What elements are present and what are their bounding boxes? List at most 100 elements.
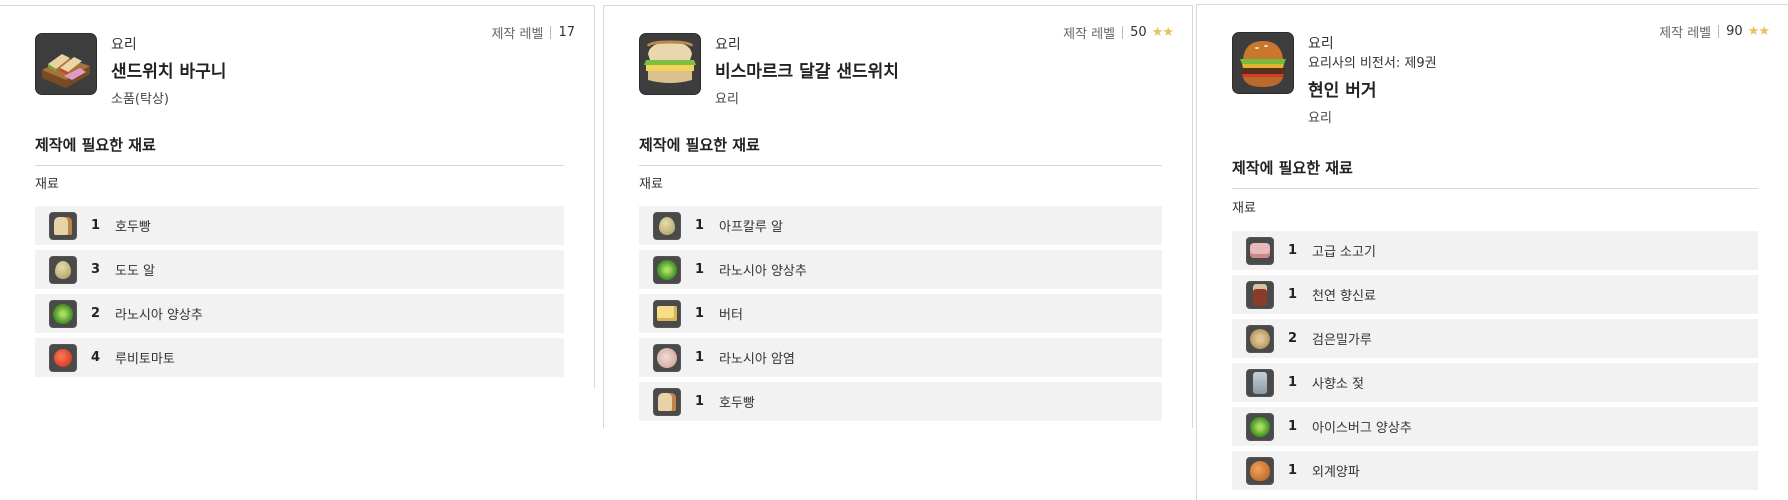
flour-icon[interactable]	[1246, 324, 1274, 353]
lettuce-icon[interactable]	[653, 255, 681, 284]
burger-icon[interactable]	[1232, 32, 1294, 94]
materials-label: 재료	[1232, 201, 1256, 216]
material-name[interactable]: 고급 소고기	[1312, 241, 1376, 260]
recipe-card-burger: 제작 레벨 90 ★★ 요리 요리사의 비전서: 제9권 현인 버거 요리 제작…	[1196, 4, 1788, 500]
egg-icon[interactable]	[653, 211, 681, 240]
material-qty: 1	[1288, 287, 1298, 302]
material-row[interactable]: 2 라노시아 양상추	[35, 294, 564, 333]
bread-icon[interactable]	[653, 387, 681, 416]
recipe-header: 요리 샌드위치 바구니 소품(탁상)	[35, 33, 226, 110]
section-title: 제작에 필요한 재료	[35, 134, 564, 166]
lettuce-icon[interactable]	[1246, 412, 1274, 441]
material-row[interactable]: 4 루비토마토	[35, 338, 564, 377]
material-qty: 1	[1288, 243, 1298, 258]
recipe-title[interactable]: 현인 버거	[1308, 77, 1437, 105]
material-qty: 1	[695, 218, 705, 233]
recipe-subtitle: 소품(탁상)	[111, 92, 169, 107]
materials-list: 1 호두빵 3 도도 알 2 라노시아 양상추 4 루비토마토	[35, 206, 564, 382]
material-row[interactable]: 1 라노시아 양상추	[639, 250, 1162, 289]
material-qty: 1	[91, 218, 101, 233]
craft-level: 제작 레벨 50 ★★	[1063, 23, 1174, 42]
material-qty: 1	[695, 262, 705, 277]
material-qty: 2	[91, 306, 101, 321]
material-row[interactable]: 2 검은밀가루	[1232, 319, 1758, 358]
material-name[interactable]: 외계양파	[1312, 461, 1360, 480]
material-name[interactable]: 버터	[719, 304, 743, 323]
material-name[interactable]: 도도 알	[115, 260, 155, 279]
material-name[interactable]: 천연 향신료	[1312, 285, 1376, 304]
craft-level-label: 제작 레벨	[1659, 26, 1712, 41]
material-row[interactable]: 1 버터	[639, 294, 1162, 333]
material-name[interactable]: 호두빵	[115, 216, 151, 235]
craft-level-label: 제작 레벨	[491, 27, 544, 42]
material-name[interactable]: 사향소 젖	[1312, 373, 1364, 392]
material-row[interactable]: 1 호두빵	[35, 206, 564, 245]
material-qty: 1	[1288, 419, 1298, 434]
recipe-header: 요리 요리사의 비전서: 제9권 현인 버거 요리	[1232, 32, 1437, 129]
material-name[interactable]: 라노시아 양상추	[719, 260, 807, 279]
spice-jar-icon[interactable]	[1246, 280, 1274, 309]
recipe-subtitle: 요리	[1308, 111, 1332, 126]
material-row[interactable]: 1 라노시아 암염	[639, 338, 1162, 377]
material-row[interactable]: 1 고급 소고기	[1232, 231, 1758, 270]
butter-icon[interactable]	[653, 299, 681, 328]
craft-level-value: 90	[1726, 24, 1743, 39]
materials-label: 재료	[35, 177, 59, 192]
material-row[interactable]: 1 사향소 젖	[1232, 363, 1758, 402]
egg-icon[interactable]	[49, 255, 77, 284]
material-name[interactable]: 호두빵	[719, 392, 755, 411]
craft-level: 제작 레벨 17	[491, 23, 575, 42]
material-row[interactable]: 1 호두빵	[639, 382, 1162, 421]
material-qty: 3	[91, 262, 101, 277]
section-title: 제작에 필요한 재료	[639, 134, 1162, 166]
rock-salt-icon[interactable]	[653, 343, 681, 372]
material-qty: 4	[91, 350, 101, 365]
sandwich-basket-icon[interactable]	[35, 33, 97, 95]
bread-icon[interactable]	[49, 211, 77, 240]
materials-label: 재료	[639, 177, 663, 192]
craft-level-label: 제작 레벨	[1063, 27, 1116, 42]
material-name[interactable]: 루비토마토	[115, 348, 175, 367]
beef-icon[interactable]	[1246, 236, 1274, 265]
material-qty: 1	[695, 350, 705, 365]
material-row[interactable]: 3 도도 알	[35, 250, 564, 289]
recipe-title[interactable]: 비스마르크 달걀 샌드위치	[715, 58, 899, 86]
level-divider	[550, 26, 552, 39]
star-rating-icon: ★★	[1747, 24, 1770, 39]
craft-level: 제작 레벨 90 ★★	[1659, 22, 1770, 41]
craft-level-value: 17	[558, 25, 575, 40]
recipe-category: 요리	[1308, 36, 1334, 52]
recipe-category: 요리	[715, 37, 741, 53]
milk-bottle-icon[interactable]	[1246, 368, 1274, 397]
material-name[interactable]: 라노시아 양상추	[115, 304, 203, 323]
craft-level-value: 50	[1130, 25, 1147, 40]
level-divider	[1122, 26, 1124, 39]
tomato-icon[interactable]	[49, 343, 77, 372]
material-qty: 2	[1288, 331, 1298, 346]
material-name[interactable]: 라노시아 암염	[719, 348, 795, 367]
material-row[interactable]: 1 천연 향신료	[1232, 275, 1758, 314]
section-title: 제작에 필요한 재료	[1232, 157, 1758, 189]
egg-sandwich-icon[interactable]	[639, 33, 701, 95]
recipe-subtitle: 요리	[715, 92, 739, 107]
recipe-card-egg-sandwich: 제작 레벨 50 ★★ 요리 비스마르크 달걀 샌드위치 요리 제작에 필요한 …	[603, 5, 1193, 428]
star-rating-icon: ★★	[1151, 25, 1174, 40]
material-row[interactable]: 1 외계양파	[1232, 451, 1758, 490]
recipe-category: 요리	[111, 37, 137, 53]
material-name[interactable]: 검은밀가루	[1312, 329, 1372, 348]
material-qty: 1	[1288, 375, 1298, 390]
materials-list: 1 아프칼루 알 1 라노시아 양상추 1 버터 1 라노시아 암염 1 호두빵	[639, 206, 1162, 426]
level-divider	[1718, 25, 1720, 38]
onion-icon[interactable]	[1246, 456, 1274, 485]
material-qty: 1	[1288, 463, 1298, 478]
material-row[interactable]: 1 아프칼루 알	[639, 206, 1162, 245]
material-row[interactable]: 1 아이스버그 양상추	[1232, 407, 1758, 446]
material-qty: 1	[695, 394, 705, 409]
recipe-title[interactable]: 샌드위치 바구니	[111, 58, 226, 86]
materials-list: 1 고급 소고기 1 천연 향신료 2 검은밀가루 1 사향소 젖 1 아이스버…	[1232, 231, 1758, 495]
lettuce-icon[interactable]	[49, 299, 77, 328]
recipe-card-sandwich-basket: 제작 레벨 17 요리 샌드위치 바구니 소품(탁상) 제작에 필요한 재료 재…	[0, 5, 595, 388]
material-name[interactable]: 아프칼루 알	[719, 216, 783, 235]
material-name[interactable]: 아이스버그 양상추	[1312, 417, 1412, 436]
material-qty: 1	[695, 306, 705, 321]
